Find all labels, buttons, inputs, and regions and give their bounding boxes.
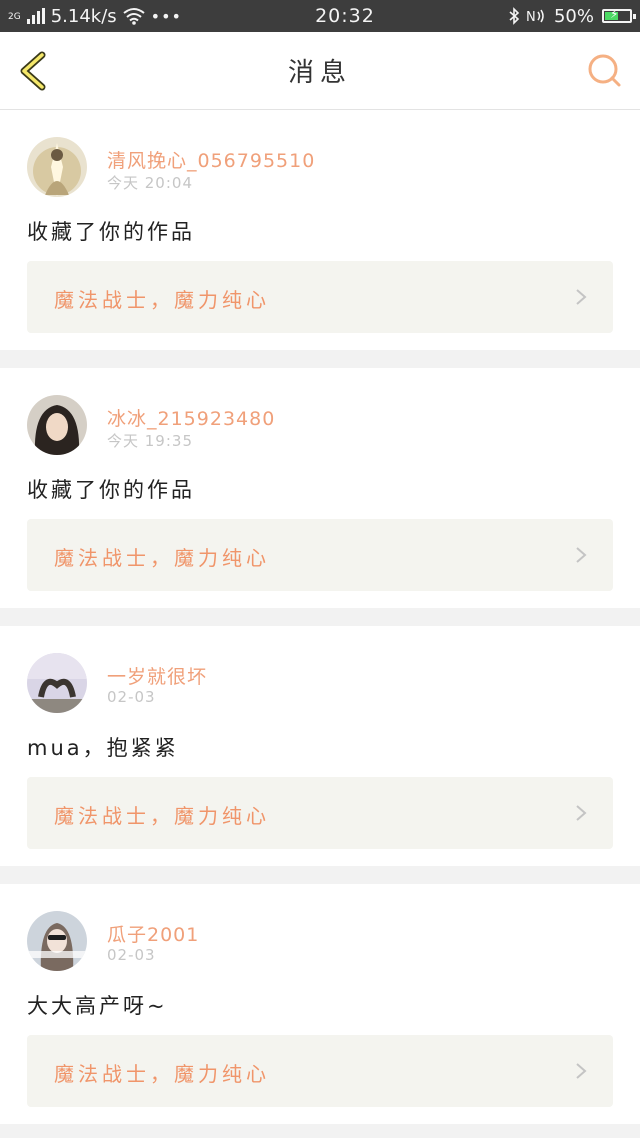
work-title: 魔法战士，魔力纯心 <box>54 804 270 828</box>
work-link[interactable]: 魔法战士，魔力纯心 <box>27 519 613 591</box>
wifi-icon <box>123 8 145 25</box>
page-title: 消息 <box>287 58 352 88</box>
status-time: 20:32 <box>315 5 375 27</box>
message-card: 冰冰_215923480 今天 19:35 收藏了你的作品 魔法战士，魔力纯心 <box>0 368 640 608</box>
avatar[interactable] <box>27 653 87 713</box>
message-card: 清风挽心_056795510 今天 20:04 收藏了你的作品 魔法战士，魔力纯… <box>0 110 640 350</box>
work-link[interactable]: 魔法战士，魔力纯心 <box>27 1035 613 1107</box>
message-card: 一岁就很坏 02-03 mua，抱紧紧 魔法战士，魔力纯心 <box>0 626 640 866</box>
network-generation: 2G <box>8 11 21 22</box>
message-card: 瓜子2001 02-03 大大高产呀~ 魔法战士，魔力纯心 <box>0 884 640 1124</box>
chevron-right-icon <box>576 1063 587 1079</box>
bluetooth-icon <box>509 7 520 25</box>
back-chevron-icon[interactable] <box>16 50 50 92</box>
avatar[interactable] <box>27 137 87 197</box>
avatar[interactable] <box>27 911 87 971</box>
signal-icon <box>26 8 45 24</box>
status-bar: 2G 5.14k/s ••• 20:32 N 50% ⚡ <box>0 0 640 32</box>
message-time: 02-03 <box>107 946 156 964</box>
sender-name[interactable]: 冰冰_215923480 <box>107 404 275 431</box>
network-speed: 5.14k/s <box>50 5 117 27</box>
message-time: 02-03 <box>107 688 156 706</box>
message-time: 今天 19:35 <box>107 432 193 450</box>
status-right: N 50% ⚡ <box>508 5 636 27</box>
message-time: 今天 20:04 <box>107 174 193 192</box>
search-icon[interactable] <box>586 52 624 90</box>
chevron-right-icon <box>576 805 587 821</box>
work-link[interactable]: 魔法战士，魔力纯心 <box>27 261 613 333</box>
chevron-right-icon <box>576 289 587 305</box>
battery-percent: 50% <box>553 5 594 27</box>
message-text: 收藏了你的作品 <box>27 220 195 244</box>
sender-name[interactable]: 瓜子2001 <box>107 920 199 947</box>
work-title: 魔法战士，魔力纯心 <box>54 546 270 570</box>
chevron-right-icon <box>576 547 587 563</box>
work-link[interactable]: 魔法战士，魔力纯心 <box>27 777 613 849</box>
work-title: 魔法战士，魔力纯心 <box>54 1062 270 1086</box>
navigation-bar: 消息 <box>0 32 640 110</box>
message-text: 收藏了你的作品 <box>27 478 195 502</box>
nfc-icon: N <box>526 9 544 25</box>
svg-text:N: N <box>526 10 536 25</box>
message-text: mua，抱紧紧 <box>27 736 179 760</box>
more-status-dots: ••• <box>150 6 182 26</box>
work-title: 魔法战士，魔力纯心 <box>54 288 270 312</box>
status-left: 2G 5.14k/s ••• <box>8 6 182 27</box>
sender-name[interactable]: 一岁就很坏 <box>107 662 207 689</box>
sender-name[interactable]: 清风挽心_056795510 <box>107 146 315 173</box>
battery-icon: ⚡ <box>602 7 636 23</box>
message-text: 大大高产呀~ <box>27 994 168 1018</box>
avatar[interactable] <box>27 395 87 455</box>
